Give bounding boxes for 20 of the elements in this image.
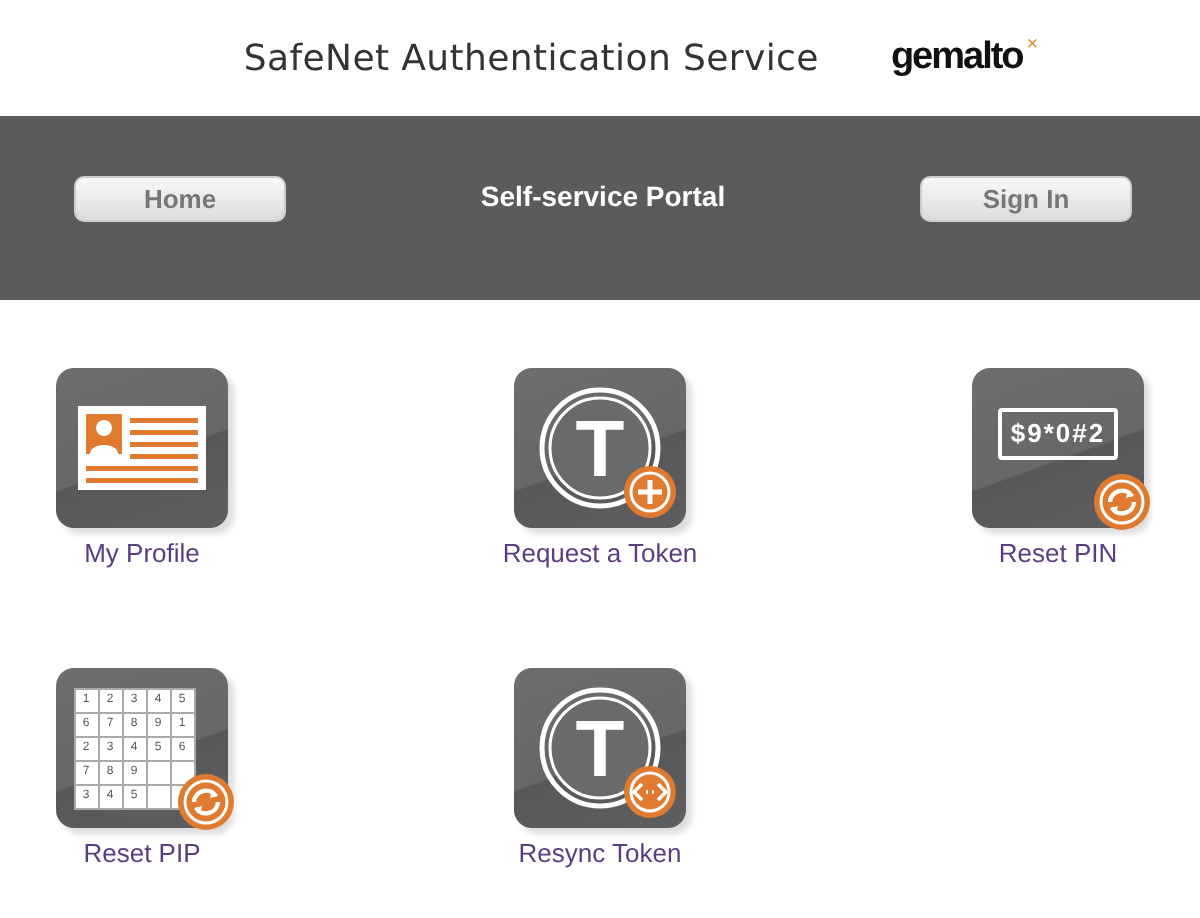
tile-icon-button[interactable] [56, 368, 228, 528]
service-title: SafeNet Authentication Service [243, 37, 819, 79]
home-button[interactable]: Home [74, 176, 286, 222]
tile-link[interactable]: Reset PIN [998, 538, 1118, 568]
tile-link[interactable]: Request a Token [502, 538, 698, 568]
plus-icon [622, 464, 678, 520]
id-card-icon [78, 406, 206, 490]
tile-icon-button[interactable]: T [514, 368, 686, 528]
code-icon [622, 764, 678, 820]
sign-in-button[interactable]: Sign In [919, 176, 1132, 222]
tile-link[interactable]: Reset PIP [83, 838, 201, 868]
tile-link[interactable]: Resync Token [518, 838, 682, 868]
portal-title: Self-service Portal [480, 180, 726, 212]
tile-icon-button[interactable]: T [514, 668, 686, 828]
refresh-icon [1092, 472, 1152, 532]
refresh-icon [176, 772, 236, 832]
tile-icon-button[interactable]: $9*0#2 [972, 368, 1144, 528]
logo: gemalto× [890, 34, 1037, 82]
tile-link[interactable]: My Profile [84, 538, 200, 568]
pin-card: $9*0#2 [998, 408, 1118, 460]
